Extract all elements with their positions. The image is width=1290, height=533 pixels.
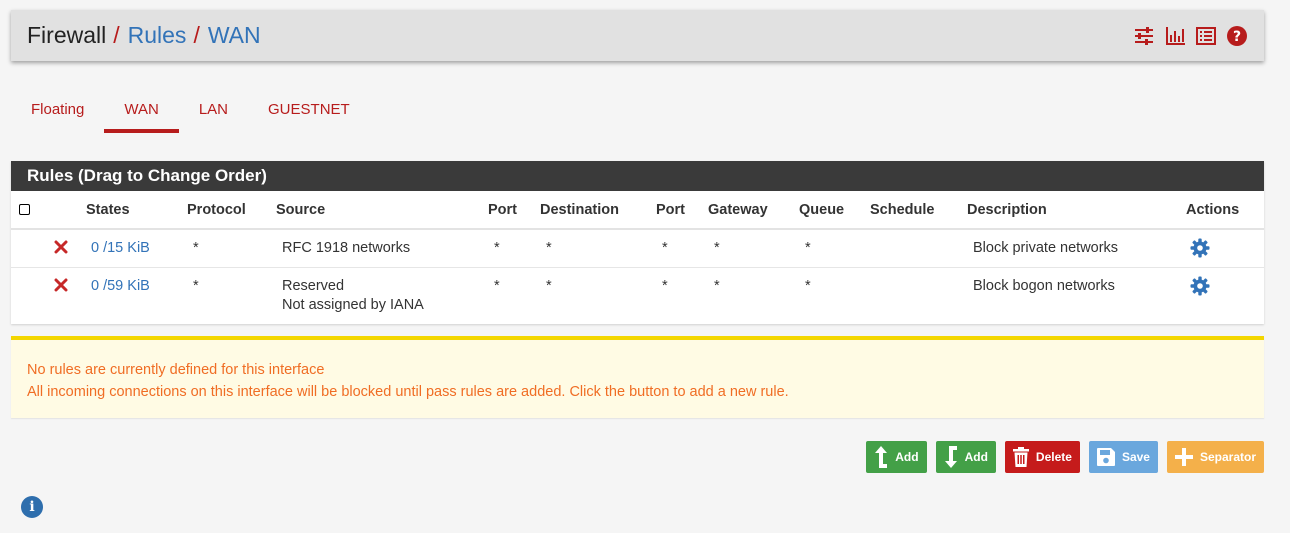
breadcrumb: Firewall / Rules / WAN bbox=[27, 22, 261, 49]
save-label: Save bbox=[1121, 450, 1150, 464]
rules-table: States Protocol Source Port Destination … bbox=[11, 191, 1264, 324]
info-icon[interactable]: i bbox=[21, 496, 43, 518]
col-actions: Actions bbox=[1186, 191, 1264, 230]
protocol-cell: * bbox=[193, 277, 199, 294]
col-schedule: Schedule bbox=[870, 191, 967, 230]
no-rules-alert: No rules are currently defined for this … bbox=[11, 336, 1264, 418]
destination-cell: * bbox=[546, 277, 552, 294]
table-row[interactable]: 0 /15 KiB * RFC 1918 networks * * * * * … bbox=[11, 229, 1264, 268]
gear-icon[interactable] bbox=[1186, 267, 1264, 324]
breadcrumb-separator: / bbox=[113, 22, 120, 48]
add-rule-bottom-button[interactable]: Add bbox=[935, 441, 996, 473]
source-port-cell: * bbox=[494, 277, 500, 294]
breadcrumb-wan[interactable]: WAN bbox=[208, 22, 261, 49]
save-button[interactable]: Save bbox=[1088, 441, 1158, 473]
queue-cell: * bbox=[805, 240, 811, 256]
add-separator-button[interactable]: Separator bbox=[1166, 441, 1264, 473]
col-queue: Queue bbox=[799, 191, 870, 230]
plus-icon bbox=[1174, 448, 1193, 466]
col-description: Description bbox=[967, 191, 1186, 230]
trash-icon bbox=[1012, 447, 1029, 467]
tab-guestnet[interactable]: GUESTNET bbox=[248, 90, 370, 133]
separator-label: Separator bbox=[1199, 450, 1256, 464]
col-protocol: Protocol bbox=[187, 191, 276, 230]
states-link[interactable]: 0 /15 KiB bbox=[91, 240, 150, 256]
select-all-checkbox[interactable] bbox=[19, 204, 30, 215]
tab-floating[interactable]: Floating bbox=[11, 90, 104, 133]
help-icon[interactable]: ? bbox=[1226, 25, 1248, 47]
destination-port-cell: * bbox=[662, 277, 668, 294]
add-top-label: Add bbox=[895, 450, 919, 464]
protocol-cell: * bbox=[193, 240, 199, 256]
col-destination-port: Port bbox=[656, 191, 708, 230]
sliders-icon[interactable] bbox=[1133, 25, 1155, 47]
alert-line-1: No rules are currently defined for this … bbox=[27, 362, 325, 378]
gear-icon[interactable] bbox=[1186, 229, 1264, 268]
breadcrumb-rules[interactable]: Rules bbox=[128, 22, 187, 49]
gateway-cell: * bbox=[714, 277, 720, 294]
save-icon bbox=[1096, 448, 1115, 466]
block-icon bbox=[51, 267, 86, 324]
gateway-cell: * bbox=[714, 240, 720, 256]
col-source-port: Port bbox=[488, 191, 540, 230]
source-port-cell: * bbox=[494, 240, 500, 256]
destination-port-cell: * bbox=[662, 240, 668, 256]
table-row[interactable]: 0 /59 KiB * Reserved Not assigned by IAN… bbox=[11, 267, 1264, 324]
panel-title: Rules (Drag to Change Order) bbox=[11, 161, 1264, 191]
destination-cell: * bbox=[546, 240, 552, 256]
list-icon[interactable] bbox=[1195, 25, 1217, 47]
col-source: Source bbox=[276, 191, 488, 230]
svg-text:?: ? bbox=[1233, 29, 1241, 45]
level-up-icon bbox=[874, 446, 888, 468]
col-states: States bbox=[86, 191, 187, 230]
description-cell: Block private networks bbox=[973, 240, 1119, 256]
col-gateway: Gateway bbox=[708, 191, 799, 230]
queue-cell: * bbox=[805, 277, 811, 294]
interface-tabs: Floating WAN LAN GUESTNET bbox=[11, 90, 370, 133]
breadcrumb-separator: / bbox=[193, 22, 200, 48]
level-down-icon bbox=[944, 446, 958, 468]
source-cell-subtext: Not assigned by IANA bbox=[282, 296, 424, 313]
page-header: Firewall / Rules / WAN ? bbox=[11, 10, 1264, 61]
source-cell: RFC 1918 networks bbox=[282, 240, 411, 256]
description-cell: Block bogon networks bbox=[973, 277, 1115, 294]
tab-wan[interactable]: WAN bbox=[104, 90, 180, 133]
add-bottom-label: Add bbox=[964, 450, 988, 464]
delete-button[interactable]: Delete bbox=[1004, 441, 1080, 473]
action-buttons: Add Add Delete Save Separator bbox=[866, 441, 1264, 473]
bar-chart-icon[interactable] bbox=[1164, 25, 1186, 47]
alert-line-2: All incoming connections on this interfa… bbox=[27, 384, 789, 400]
tab-lan[interactable]: LAN bbox=[179, 90, 248, 133]
select-all-cell bbox=[11, 191, 51, 230]
header-icons: ? bbox=[1133, 25, 1248, 47]
block-icon bbox=[51, 229, 86, 268]
states-link[interactable]: 0 /59 KiB bbox=[91, 278, 150, 294]
add-rule-top-button[interactable]: Add bbox=[866, 441, 927, 473]
breadcrumb-firewall: Firewall bbox=[27, 22, 107, 48]
rules-panel: Rules (Drag to Change Order) States Prot… bbox=[11, 161, 1264, 324]
col-destination: Destination bbox=[540, 191, 656, 230]
delete-label: Delete bbox=[1035, 450, 1072, 464]
